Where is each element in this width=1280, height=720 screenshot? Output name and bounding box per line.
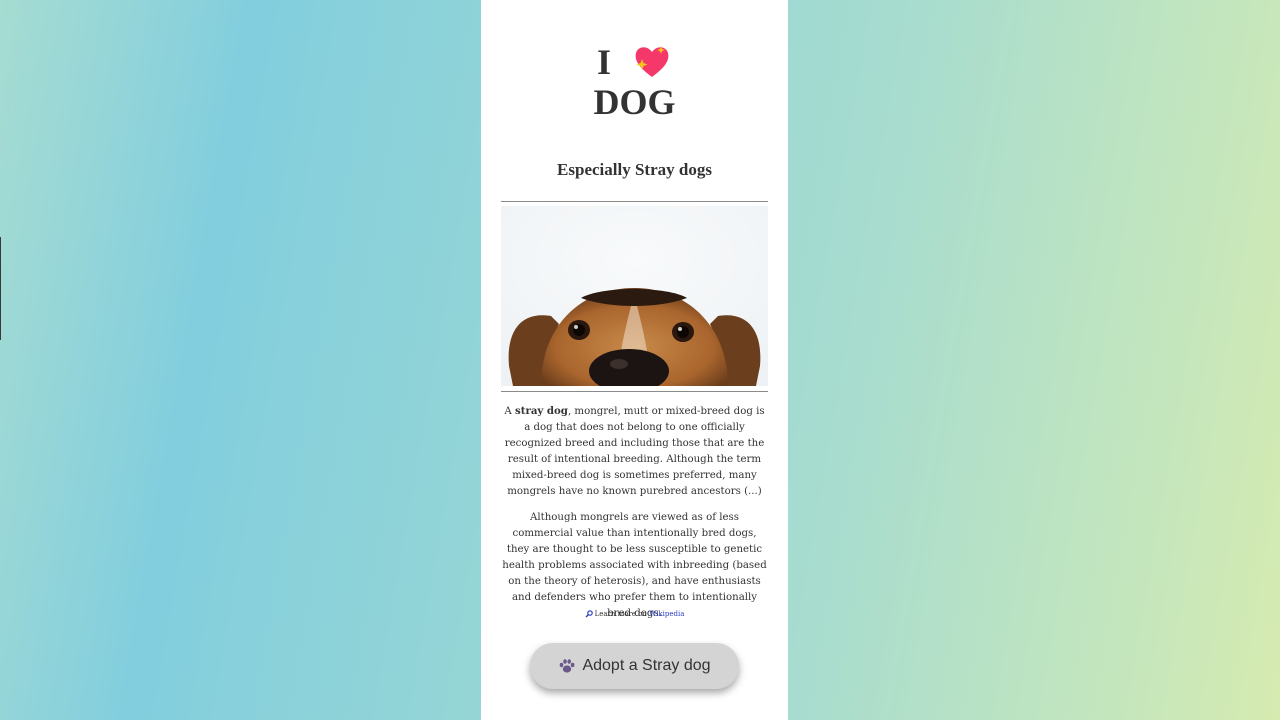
content-card: I DOG Especially Stray dogs A stray dog,… xyxy=(481,0,788,720)
left-edge-line xyxy=(0,237,1,340)
p1-prefix: A xyxy=(504,406,516,417)
divider-bottom xyxy=(501,391,768,392)
adopt-button-label: Adopt a Stray dog xyxy=(582,657,711,674)
paw-icon xyxy=(558,657,576,675)
magnifier-icon xyxy=(585,610,593,618)
learn-more-text: Learn more on xyxy=(594,610,650,618)
subtitle: Especially Stray dogs xyxy=(557,160,712,179)
term-stray-dog: stray dog xyxy=(515,405,568,417)
wikipedia-link[interactable]: Wikipedia xyxy=(649,610,684,618)
description-paragraph-2: Although mongrels are viewed as of less … xyxy=(502,512,767,619)
sparkling-heart-icon xyxy=(632,42,672,82)
p1-rest: , mongrel, mutt or mixed-breed dog is a … xyxy=(504,406,765,497)
title-word: I xyxy=(596,41,611,82)
learn-more: Learn more on Wikipedia xyxy=(481,610,788,618)
page-title-line2: DOG xyxy=(593,82,676,122)
page-title-line1: I xyxy=(481,36,788,82)
description-paragraph-1: A stray dog, mongrel, mutt or mixed-bree… xyxy=(501,403,768,500)
dog-photo xyxy=(501,206,768,386)
divider-top xyxy=(501,201,768,202)
adopt-button[interactable]: Adopt a Stray dog xyxy=(530,643,739,689)
